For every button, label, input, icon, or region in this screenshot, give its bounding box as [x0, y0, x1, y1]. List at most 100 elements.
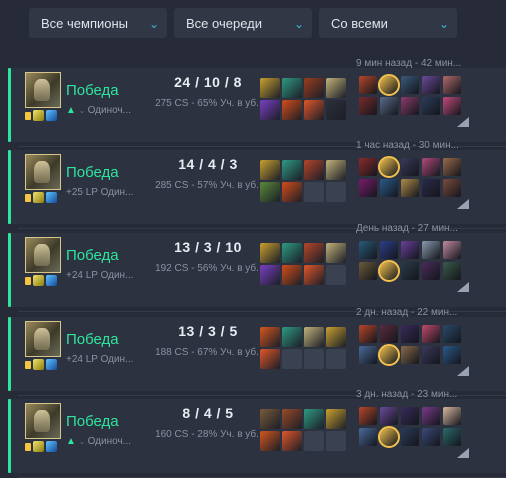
player-champion-icon[interactable] — [422, 346, 440, 364]
expand-corner-icon[interactable] — [457, 282, 469, 292]
champion-portrait[interactable] — [25, 237, 61, 273]
item-icon[interactable] — [282, 327, 302, 347]
player-champion-icon[interactable] — [401, 346, 419, 364]
item-icon[interactable] — [260, 327, 280, 347]
item-icon[interactable] — [260, 100, 280, 120]
match-row[interactable]: Победа ▲ ⌄ Одиноч... 24 / 10 / 8 275 CS … — [8, 58, 506, 147]
player-champion-icon[interactable] — [378, 74, 400, 96]
player-champion-icon[interactable] — [380, 97, 398, 115]
expand-corner-icon[interactable] — [457, 117, 469, 127]
expand-corner-icon[interactable] — [457, 199, 469, 209]
item-icon[interactable] — [326, 78, 346, 98]
player-champion-icon[interactable] — [443, 325, 461, 343]
player-champion-icon[interactable] — [401, 158, 419, 176]
player-champion-icon[interactable] — [422, 241, 440, 259]
item-icon[interactable] — [304, 78, 324, 98]
player-champion-icon[interactable] — [422, 158, 440, 176]
player-champion-icon[interactable] — [359, 76, 377, 94]
item-icon[interactable] — [260, 182, 280, 202]
expand-corner-icon[interactable] — [457, 448, 469, 458]
player-champion-icon[interactable] — [401, 407, 419, 425]
champion-portrait[interactable] — [25, 154, 61, 190]
player-champion-icon[interactable] — [401, 325, 419, 343]
match-row[interactable]: Победа +24 LP Один... 13 / 3 / 5 188 CS … — [8, 307, 506, 396]
item-icon[interactable] — [304, 265, 324, 285]
item-icon[interactable] — [326, 100, 346, 120]
player-champion-icon[interactable] — [359, 97, 377, 115]
player-champion-icon[interactable] — [422, 325, 440, 343]
item-icon[interactable] — [304, 409, 324, 429]
item-icon[interactable] — [304, 327, 324, 347]
player-champion-icon[interactable] — [380, 179, 398, 197]
player-champion-icon[interactable] — [443, 241, 461, 259]
player-champion-icon[interactable] — [359, 428, 377, 446]
player-champion-icon[interactable] — [359, 179, 377, 197]
item-icon[interactable] — [282, 409, 302, 429]
item-icon[interactable] — [260, 409, 280, 429]
player-champion-icon[interactable] — [443, 407, 461, 425]
player-champion-icon[interactable] — [443, 428, 461, 446]
player-champion-icon[interactable] — [422, 97, 440, 115]
item-icon[interactable] — [260, 160, 280, 180]
item-icon[interactable] — [304, 160, 324, 180]
champion-portrait[interactable] — [25, 403, 61, 439]
player-champion-icon[interactable] — [401, 241, 419, 259]
expand-corner-icon[interactable] — [457, 366, 469, 376]
champion-portrait[interactable] — [25, 321, 61, 357]
player-champion-icon[interactable] — [443, 158, 461, 176]
item-icon[interactable] — [282, 182, 302, 202]
player-champion-icon[interactable] — [378, 426, 400, 448]
item-icon[interactable] — [282, 265, 302, 285]
player-champion-icon[interactable] — [359, 241, 377, 259]
player-champion-icon[interactable] — [422, 428, 440, 446]
champion-portrait[interactable] — [25, 72, 61, 108]
player-champion-icon[interactable] — [378, 344, 400, 366]
player-champion-icon[interactable] — [359, 407, 377, 425]
item-icon[interactable] — [282, 431, 302, 451]
player-champion-icon[interactable] — [401, 97, 419, 115]
player-champion-icon[interactable] — [443, 97, 461, 115]
item-icon[interactable] — [282, 243, 302, 263]
player-champion-icon[interactable] — [359, 325, 377, 343]
player-champion-icon[interactable] — [359, 262, 377, 280]
player-champion-icon[interactable] — [378, 260, 400, 282]
match-row[interactable]: Победа ▲ ⌄ Одиноч... 8 / 4 / 5 160 CS - … — [8, 389, 506, 478]
player-champion-icon[interactable] — [380, 407, 398, 425]
item-icon[interactable] — [282, 100, 302, 120]
item-icon[interactable] — [326, 327, 346, 347]
match-row[interactable]: Победа +24 LP Один... 13 / 3 / 10 192 CS… — [8, 223, 506, 312]
with-filter-dropdown[interactable]: Со всеми ⌄ — [319, 8, 457, 38]
player-champion-icon[interactable] — [359, 346, 377, 364]
player-champion-icon[interactable] — [401, 76, 419, 94]
item-icon[interactable] — [326, 160, 346, 180]
player-champion-icon[interactable] — [422, 262, 440, 280]
item-icon[interactable] — [282, 78, 302, 98]
match-row[interactable]: Победа +25 LP Один... 14 / 4 / 3 285 CS … — [8, 140, 506, 229]
player-champion-icon[interactable] — [443, 179, 461, 197]
item-icon[interactable] — [304, 243, 324, 263]
player-champion-icon[interactable] — [443, 262, 461, 280]
item-icon[interactable] — [260, 349, 280, 369]
item-icon[interactable] — [260, 265, 280, 285]
item-icon[interactable] — [304, 100, 324, 120]
player-champion-icon[interactable] — [359, 158, 377, 176]
player-champion-icon[interactable] — [380, 325, 398, 343]
player-champion-icon[interactable] — [401, 179, 419, 197]
queue-filter-dropdown[interactable]: Все очереди ⌄ — [174, 8, 312, 38]
player-champion-icon[interactable] — [422, 179, 440, 197]
item-icon[interactable] — [260, 243, 280, 263]
player-champion-icon[interactable] — [401, 262, 419, 280]
player-champion-icon[interactable] — [378, 156, 400, 178]
player-champion-icon[interactable] — [380, 241, 398, 259]
item-icon[interactable] — [260, 431, 280, 451]
item-icon[interactable] — [282, 160, 302, 180]
player-champion-icon[interactable] — [443, 346, 461, 364]
item-icon[interactable] — [326, 243, 346, 263]
item-icon[interactable] — [260, 78, 280, 98]
champion-filter-dropdown[interactable]: Все чемпионы ⌄ — [29, 8, 167, 38]
item-icon[interactable] — [326, 409, 346, 429]
player-champion-icon[interactable] — [401, 428, 419, 446]
player-champion-icon[interactable] — [443, 76, 461, 94]
player-champion-icon[interactable] — [422, 76, 440, 94]
player-champion-icon[interactable] — [422, 407, 440, 425]
